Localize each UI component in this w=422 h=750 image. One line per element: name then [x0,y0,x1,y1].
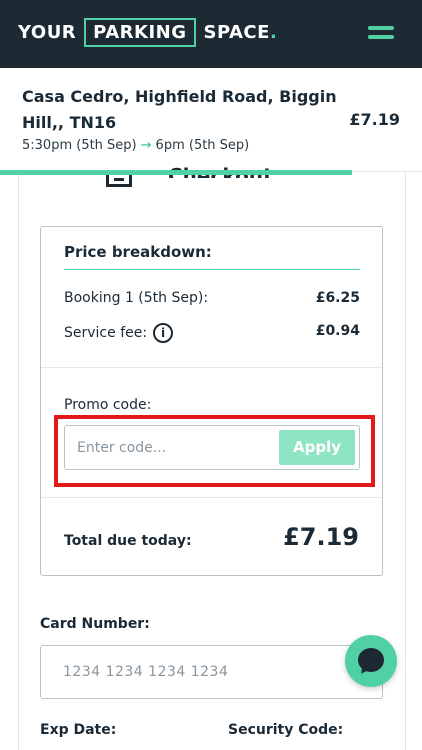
apply-button[interactable]: Apply [279,430,355,465]
booking-line: Booking 1 (5th Sep): £6.25 [64,290,360,306]
booking-start-time: 5:30pm (5th Sep) [22,138,137,153]
promo-code-label: Promo code: [64,397,152,413]
total-amount: £7.19 [283,523,359,551]
promo-code-input[interactable] [65,426,275,469]
logo-word-your: YOUR [18,22,77,43]
total-label: Total due today: [64,533,192,549]
booking-location: Casa Cedro, Highfield Road, Biggin Hill,… [22,87,337,132]
hamburger-menu-icon[interactable] [368,26,396,42]
divider [41,497,382,498]
service-fee-label: Service fee: [64,325,148,341]
logo-word-space: SPACE [203,22,270,43]
info-icon[interactable]: i [153,323,174,343]
booking-price: £7.19 [349,110,400,129]
arrow-right-icon: → [140,138,152,153]
booking-end-time: 6pm (5th Sep) [155,138,250,153]
logo-dot: . [269,22,278,43]
top-nav-bar: YOUR PARKING SPACE . [0,0,422,68]
divider [64,269,360,270]
chat-button[interactable] [345,635,397,687]
exp-date-label: Exp Date: [40,722,117,738]
card-number-input[interactable] [41,646,382,698]
price-breakdown-box: Price breakdown: Booking 1 (5th Sep): £6… [40,226,383,576]
booking-times: 5:30pm (5th Sep) → 6pm (5th Sep) [22,138,249,153]
security-code-label: Security Code: [228,722,344,738]
booking-line-amount: £6.25 [315,290,360,306]
promo-code-field: Apply [64,425,360,470]
service-fee-amount: £0.94 [315,323,360,339]
divider [41,367,382,368]
service-fee-line: Service fee: i £0.94 [64,323,360,343]
booking-summary: Casa Cedro, Highfield Road, Biggin Hill,… [0,68,422,172]
booking-line-label: Booking 1 (5th Sep): [64,290,209,306]
logo[interactable]: YOUR PARKING SPACE . [18,18,277,47]
logo-word-parking: PARKING [84,18,196,47]
card-number-field [40,645,383,699]
cart-icon [106,175,132,187]
price-breakdown-title: Price breakdown: [64,243,212,261]
card-number-label: Card Number: [40,616,150,632]
progress-bar [0,170,352,175]
